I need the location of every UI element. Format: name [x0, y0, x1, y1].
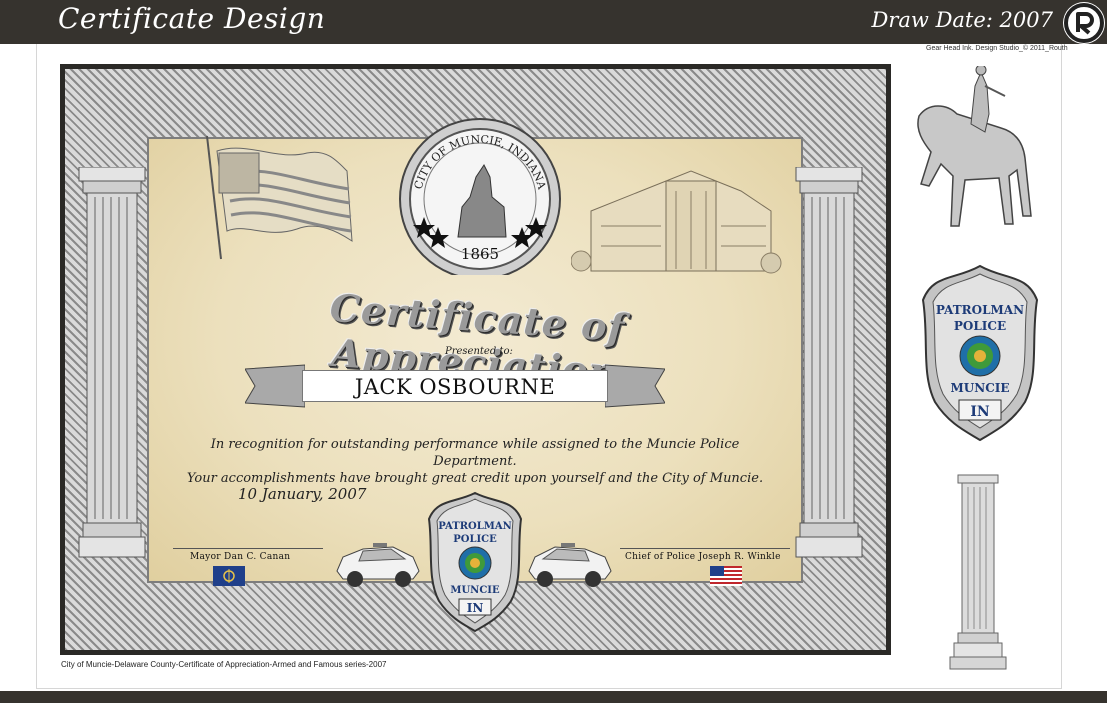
city-hall-sketch-icon — [570, 151, 787, 281]
studio-credit: Gear Head Ink. Design Studio_© 2011_Rout… — [926, 45, 1068, 52]
badge-rank: PATROLMAN — [438, 521, 511, 532]
top-bar: Certificate Design Draw Date: 2007 — [0, 0, 1107, 44]
police-car-right-icon — [525, 527, 615, 589]
certificate: CITY OF MUNCIE, INDIANA 1865 Certificate… — [60, 64, 891, 655]
side-badge-dept: POLICE — [954, 319, 1006, 333]
bottom-bar — [0, 691, 1107, 703]
seal-year: 1865 — [461, 245, 499, 263]
us-flag-icon — [710, 566, 742, 586]
chief-signatory: Chief of Police Joseph R. Winkle — [625, 552, 781, 562]
recipient-box: JACK OSBOURNE — [302, 370, 608, 402]
badge-city: MUNCIE — [450, 585, 500, 596]
award-date: 10 January, 2007 — [238, 485, 367, 503]
horse-statue-icon — [905, 64, 1040, 242]
page-title: Certificate Design — [58, 2, 326, 35]
draw-date: Draw Date: 2007 — [871, 8, 1053, 32]
left-signature-line — [173, 548, 323, 549]
rd-logo-icon[interactable] — [1063, 2, 1105, 44]
badge-state: IN — [467, 601, 484, 615]
right-signature-line — [620, 548, 790, 549]
recognition-line-1: In recognition for outstanding performan… — [210, 437, 740, 469]
certificate-inner: CITY OF MUNCIE, INDIANA 1865 Certificate… — [65, 69, 886, 650]
side-badge-city: MUNCIE — [950, 381, 1009, 395]
ribbon-right-icon — [604, 363, 666, 409]
badge-dept: POLICE — [453, 534, 497, 545]
police-badge-side: PATROLMAN POLICE MUNCIE IN — [917, 262, 1043, 444]
name-banner: JACK OSBOURNE — [244, 361, 666, 411]
right-column — [794, 166, 864, 559]
side-badge-state: IN — [970, 404, 990, 420]
indiana-flag-icon — [213, 566, 245, 586]
mayor-signatory: Mayor Dan C. Canan — [190, 552, 291, 562]
column-detail-icon — [948, 473, 1008, 671]
recognition-text: In recognition for outstanding performan… — [175, 436, 775, 487]
ribbon-left-icon — [244, 363, 306, 409]
footer-caption: City of Muncie-Delaware County-Certifica… — [61, 660, 387, 669]
police-badge-certificate: PATROLMAN POLICE MUNCIE IN — [425, 489, 525, 635]
left-column — [77, 166, 147, 559]
police-car-left-icon — [333, 527, 423, 589]
presented-to-label: Presented to: — [445, 346, 513, 357]
side-badge-rank: PATROLMAN — [936, 303, 1024, 317]
city-seal: CITY OF MUNCIE, INDIANA 1865 — [380, 107, 580, 280]
flag-sketch-icon — [187, 131, 357, 261]
recipient-name: JACK OSBOURNE — [354, 375, 556, 399]
